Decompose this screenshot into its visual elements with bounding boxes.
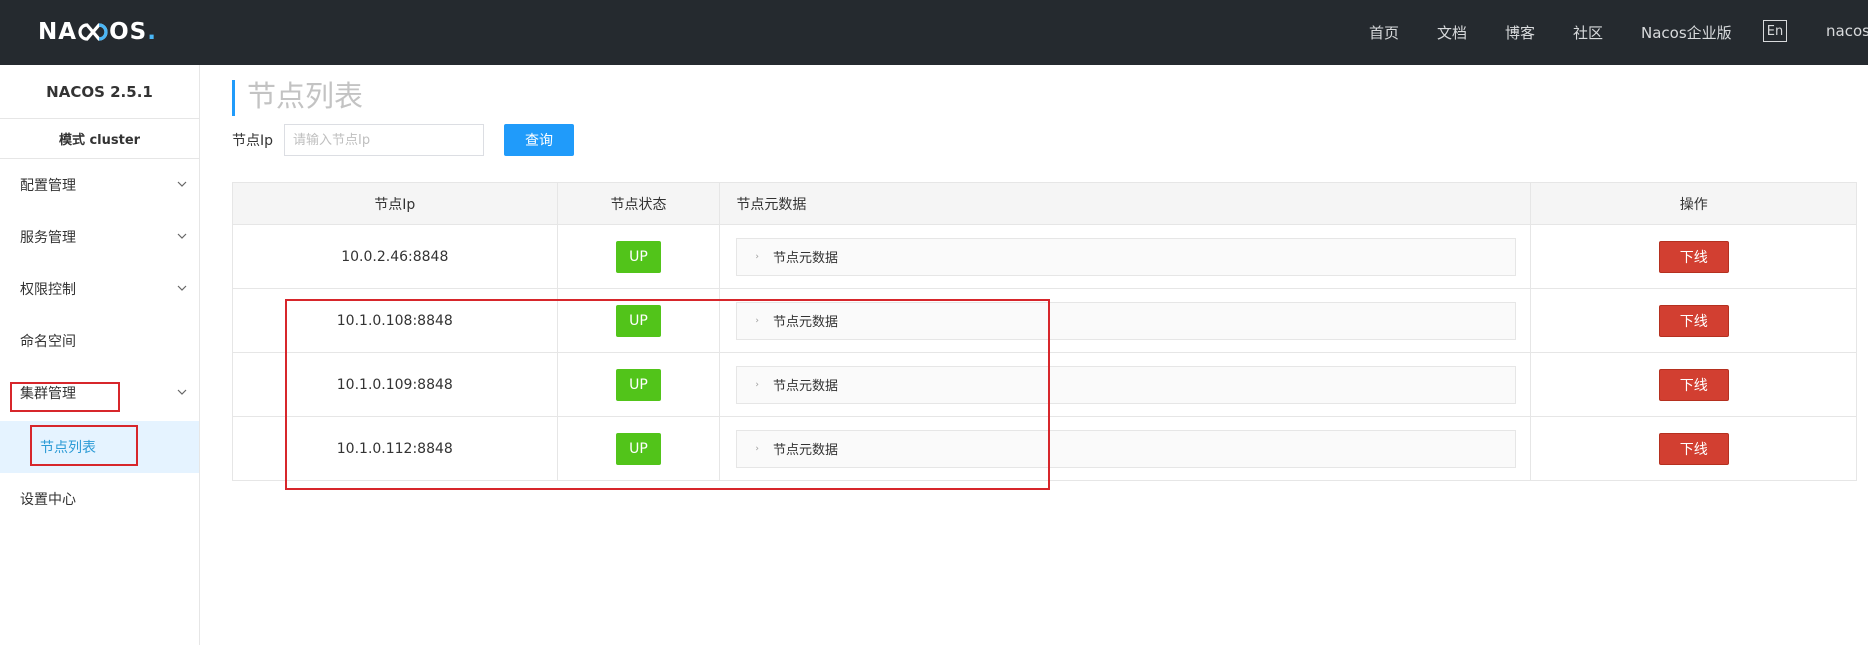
sidebar-item-config[interactable]: 配置管理 (0, 159, 199, 211)
status-cell: UP (558, 353, 721, 416)
offline-button[interactable]: 下线 (1658, 240, 1729, 273)
action-cell: 下线 (1531, 225, 1856, 288)
status-badge: UP (615, 304, 661, 337)
sidebar-item-auth[interactable]: 权限控制 (0, 263, 199, 315)
status-cell: UP (558, 417, 721, 480)
node-ip-search-input[interactable] (284, 124, 484, 156)
sidebar-item-settings[interactable]: 设置中心 (0, 473, 199, 525)
query-button[interactable]: 查询 (504, 124, 574, 156)
sidebar-item-cluster[interactable]: 集群管理 (0, 367, 199, 419)
action-cell: 下线 (1531, 417, 1856, 480)
metadata-label: 节点元数据 (773, 379, 839, 394)
sidebar: NACOS 2.5.1 模式 cluster 配置管理 服务管理 权限控制 命名… (0, 65, 200, 645)
metadata-cell: › 节点元数据 (720, 353, 1532, 416)
sidebar-item-label: 权限控制 (20, 282, 76, 298)
offline-button[interactable]: 下线 (1658, 304, 1729, 337)
metadata-label: 节点元数据 (773, 443, 839, 458)
chevron-up-icon (177, 389, 187, 395)
sidebar-item-label: 配置管理 (20, 178, 76, 194)
nacos-logo[interactable]: NA OS . (38, 14, 157, 50)
nav-enterprise-link[interactable]: Nacos企业版 (1641, 22, 1732, 43)
logo-loop-icon (78, 21, 108, 43)
node-ip-cell: 10.1.0.108:8848 (233, 289, 558, 352)
chevron-down-icon (177, 233, 187, 239)
language-toggle-button[interactable]: En (1763, 20, 1787, 42)
metadata-label: 节点元数据 (773, 315, 839, 330)
column-header-action: 操作 (1679, 196, 1708, 213)
status-cell: UP (558, 225, 721, 288)
logo-dot: . (147, 19, 157, 45)
sidebar-item-namespace[interactable]: 命名空间 (0, 315, 199, 367)
metadata-expander[interactable]: › 节点元数据 (736, 237, 1517, 276)
table-row: 10.1.0.109:8848 UP › 节点元数据 下线 (233, 353, 1856, 417)
metadata-cell: › 节点元数据 (720, 225, 1532, 288)
action-cell: 下线 (1531, 353, 1856, 416)
nav-community-link[interactable]: 社区 (1573, 22, 1603, 43)
nav-home-link[interactable]: 首页 (1369, 22, 1399, 43)
status-badge: UP (615, 432, 661, 465)
status-badge: UP (615, 368, 661, 401)
action-cell: 下线 (1531, 289, 1856, 352)
column-header-ip: 节点Ip (233, 183, 558, 224)
logo-text-b: OS (109, 19, 148, 45)
nav-docs-link[interactable]: 文档 (1437, 22, 1467, 43)
logo-text-a: NA (38, 19, 78, 45)
chevron-down-icon (177, 181, 187, 187)
caret-right-icon: › (755, 251, 759, 262)
table-header-row: 节点Ip 节点状态 节点元数据 操作 (233, 183, 1856, 225)
table-row: 10.0.2.46:8848 UP › 节点元数据 下线 (233, 225, 1856, 289)
caret-right-icon: › (755, 379, 759, 390)
version-label: NACOS 2.5.1 (0, 65, 199, 119)
nav-blog-link[interactable]: 博客 (1505, 22, 1535, 43)
table-row: 10.1.0.112:8848 UP › 节点元数据 下线 (233, 417, 1856, 481)
metadata-cell: › 节点元数据 (720, 289, 1532, 352)
sidebar-subitem-node-list[interactable]: 节点列表 (0, 421, 199, 473)
caret-right-icon: › (755, 315, 759, 326)
metadata-expander[interactable]: › 节点元数据 (736, 365, 1517, 404)
offline-button[interactable]: 下线 (1658, 432, 1729, 465)
chevron-down-icon (177, 285, 187, 291)
page-title: 节点列表 (232, 80, 363, 116)
metadata-label: 节点元数据 (773, 251, 839, 266)
status-badge: UP (615, 240, 661, 273)
mode-label: 模式 cluster (0, 119, 199, 159)
search-label: 节点Ip (232, 133, 274, 149)
column-header-status: 节点状态 (558, 183, 721, 224)
node-ip-cell: 10.1.0.109:8848 (233, 353, 558, 416)
metadata-expander[interactable]: › 节点元数据 (736, 429, 1517, 468)
column-header-metadata: 节点元数据 (720, 183, 1532, 224)
table-row: 10.1.0.108:8848 UP › 节点元数据 下线 (233, 289, 1856, 353)
user-menu[interactable]: nacos (1826, 22, 1868, 40)
metadata-cell: › 节点元数据 (720, 417, 1532, 480)
caret-right-icon: › (755, 443, 759, 454)
sidebar-item-label: 命名空间 (20, 334, 76, 350)
sidebar-item-service[interactable]: 服务管理 (0, 211, 199, 263)
offline-button[interactable]: 下线 (1658, 368, 1729, 401)
sidebar-item-label: 服务管理 (20, 230, 76, 246)
sidebar-item-label: 设置中心 (20, 492, 76, 508)
metadata-expander[interactable]: › 节点元数据 (736, 301, 1517, 340)
node-ip-cell: 10.0.2.46:8848 (233, 225, 558, 288)
node-ip-cell: 10.1.0.112:8848 (233, 417, 558, 480)
status-cell: UP (558, 289, 721, 352)
sidebar-item-label: 集群管理 (20, 386, 76, 402)
top-header: NA OS . 首页 文档 博客 社区 Nacos企业版 En nacos (0, 0, 1868, 65)
node-table: 节点Ip 节点状态 节点元数据 操作 10.0.2.46:8848 UP › 节… (232, 182, 1857, 481)
